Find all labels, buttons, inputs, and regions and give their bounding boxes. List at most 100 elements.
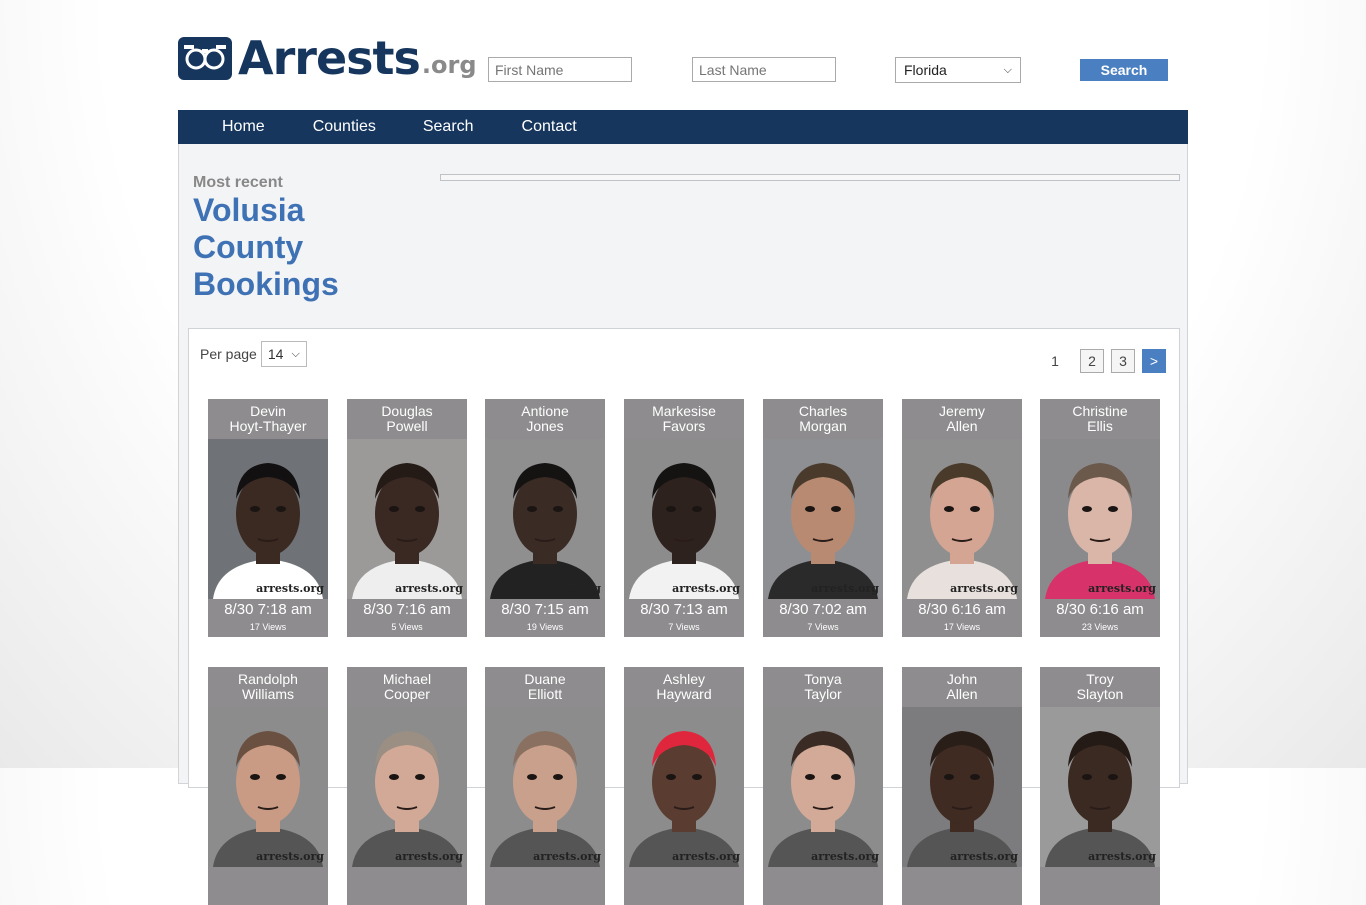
- booking-name: Troy Slayton: [1040, 667, 1160, 707]
- view-count: 23 Views: [1081, 622, 1119, 632]
- page-2-button[interactable]: 2: [1080, 349, 1104, 373]
- per-page-label: Per page: [200, 346, 257, 362]
- booking-card[interactable]: Antione Jones arrests.org 8/30 7:15 am 19 Vi…: [485, 399, 605, 637]
- mugshot-photo[interactable]: arrests.org: [1040, 707, 1160, 867]
- main-panel: Most recent Volusia County Bookings Per …: [178, 144, 1188, 905]
- last-name: Williams: [241, 686, 295, 702]
- mugshot-photo[interactable]: arrests.org: [485, 707, 605, 867]
- most-recent-label: Most recent: [193, 174, 283, 191]
- first-name: Markesise: [652, 403, 716, 419]
- first-name: John: [946, 671, 978, 687]
- last-name: Morgan: [799, 418, 847, 434]
- booking-card[interactable]: Charles Morgan arrests.org 8/30 7:02 am 7 Vi…: [763, 399, 883, 637]
- booking-card[interactable]: Michael Cooper arrests.org: [347, 667, 467, 905]
- per-page-select[interactable]: 14 ⌵: [260, 341, 307, 367]
- watermark: arrests.org: [811, 850, 879, 863]
- booking-name: John Allen: [902, 667, 1022, 707]
- first-name: Michael: [382, 671, 432, 687]
- logo-text: Arrests: [238, 31, 421, 85]
- booking-card[interactable]: Randolph Williams arrests.org: [208, 667, 328, 905]
- mugshot-photo[interactable]: arrests.org: [763, 439, 883, 599]
- booking-time: 8/30 7:18 am: [224, 601, 312, 618]
- header-search-button[interactable]: Search: [1080, 59, 1168, 81]
- nav-counties[interactable]: Counties: [313, 118, 376, 136]
- booking-name: Devin Hoyt-Thayer: [208, 399, 328, 439]
- next-page-button[interactable]: >: [1142, 349, 1166, 373]
- mugshot-photo[interactable]: arrests.org: [624, 439, 744, 599]
- page-3-button[interactable]: 3: [1111, 349, 1135, 373]
- site-logo[interactable]: Arrests .org: [178, 31, 477, 85]
- booking-time: 8/30 7:15 am: [501, 601, 589, 618]
- view-count: 7 Views: [668, 622, 700, 632]
- first-name: Duane: [524, 671, 566, 687]
- last-name: Hoyt-Thayer: [229, 418, 307, 434]
- mugshot-photo[interactable]: arrests.org: [347, 439, 467, 599]
- last-name: Slayton: [1076, 686, 1124, 702]
- first-name: Randolph: [238, 671, 298, 687]
- booking-card[interactable]: Duane Elliott arrests.org: [485, 667, 605, 905]
- booking-card[interactable]: Christine Ellis arrests.org 8/30 6:16 am 23 …: [1040, 399, 1160, 637]
- booking-card[interactable]: Douglas Powell arrests.org 8/30 7:16 am 5 Vi…: [347, 399, 467, 637]
- mugshot-photo[interactable]: arrests.org: [208, 707, 328, 867]
- last-name: Elliott: [527, 686, 563, 702]
- last-name: Favors: [662, 418, 706, 434]
- banner-placeholder: [440, 174, 1180, 181]
- page-title: Volusia County Bookings: [193, 192, 339, 303]
- mugshot-photo[interactable]: arrests.org: [763, 707, 883, 867]
- handcuffs-logo-icon: [178, 37, 232, 80]
- view-count: 19 Views: [526, 622, 564, 632]
- last-name: Allen: [946, 686, 978, 702]
- view-count: 5 Views: [391, 622, 423, 632]
- bookings-list: Per page 14 ⌵ 1 2 3 > Devin Hoyt-Thayer ar…: [188, 328, 1180, 905]
- watermark: arrests.org: [811, 582, 879, 595]
- mugshot-photo[interactable]: arrests.org: [208, 439, 328, 599]
- mugshot-photo[interactable]: arrests.org: [347, 707, 467, 867]
- last-name: Allen: [946, 418, 978, 434]
- mugshot-photo[interactable]: arrests.org: [902, 707, 1022, 867]
- mugshot-photo[interactable]: arrests.org: [1040, 439, 1160, 599]
- per-page-control: Per page 14 ⌵: [200, 341, 307, 367]
- pagination: 1 2 3 >: [1043, 349, 1166, 373]
- first-name-input[interactable]: [488, 57, 632, 82]
- last-name-input[interactable]: [692, 57, 836, 82]
- last-name: Cooper: [384, 686, 430, 702]
- mugshot-photo[interactable]: arrests.org: [485, 439, 605, 599]
- per-page-value: 14: [267, 346, 284, 362]
- last-name: Powell: [386, 418, 428, 434]
- booking-card[interactable]: Ashley Hayward arrests.org: [624, 667, 744, 905]
- current-page: 1: [1051, 353, 1059, 369]
- booking-time: 8/30 7:13 am: [640, 601, 728, 618]
- booking-card[interactable]: Devin Hoyt-Thayer arrests.org 8/30 7:18 am 1…: [208, 399, 328, 637]
- main-nav: Home Counties Search Contact: [178, 110, 1188, 144]
- booking-time: 8/30 6:16 am: [918, 601, 1006, 618]
- nav-contact[interactable]: Contact: [522, 118, 577, 136]
- title-line-1: Volusia: [193, 192, 305, 228]
- watermark: arrests.org: [395, 850, 463, 863]
- last-name: Jones: [526, 418, 564, 434]
- mugshot-photo[interactable]: arrests.org: [902, 439, 1022, 599]
- watermark: arrests.org: [1088, 582, 1156, 595]
- booking-card[interactable]: Troy Slayton arrests.org: [1040, 667, 1160, 905]
- booking-card[interactable]: Jeremy Allen arrests.org 8/30 6:16 am 17 Vie…: [902, 399, 1022, 637]
- first-name: Antione: [521, 403, 569, 419]
- title-line-3: Bookings: [193, 266, 339, 302]
- booking-name: Antione Jones: [485, 399, 605, 439]
- booking-name: Duane Elliott: [485, 667, 605, 707]
- first-name: Christine: [1072, 403, 1128, 419]
- watermark: arrests.org: [395, 582, 463, 595]
- booking-name: Randolph Williams: [208, 667, 328, 707]
- view-count: 17 Views: [943, 622, 981, 632]
- last-name: Hayward: [656, 686, 712, 702]
- booking-time: 8/30 7:02 am: [779, 601, 867, 618]
- chevron-down-icon: ⌵: [291, 347, 300, 360]
- booking-name: Charles Morgan: [763, 399, 883, 439]
- chevron-down-icon: ⌵: [1003, 63, 1012, 76]
- state-select[interactable]: Florida ⌵: [895, 57, 1021, 83]
- watermark: arrests.org: [950, 850, 1018, 863]
- booking-card[interactable]: Tonya Taylor arrests.org: [763, 667, 883, 905]
- nav-home[interactable]: Home: [222, 118, 265, 136]
- booking-card[interactable]: Markesise Favors arrests.org 8/30 7:13 am 7 …: [624, 399, 744, 637]
- booking-card[interactable]: John Allen arrests.org: [902, 667, 1022, 905]
- mugshot-photo[interactable]: arrests.org: [624, 707, 744, 867]
- nav-search[interactable]: Search: [423, 118, 474, 136]
